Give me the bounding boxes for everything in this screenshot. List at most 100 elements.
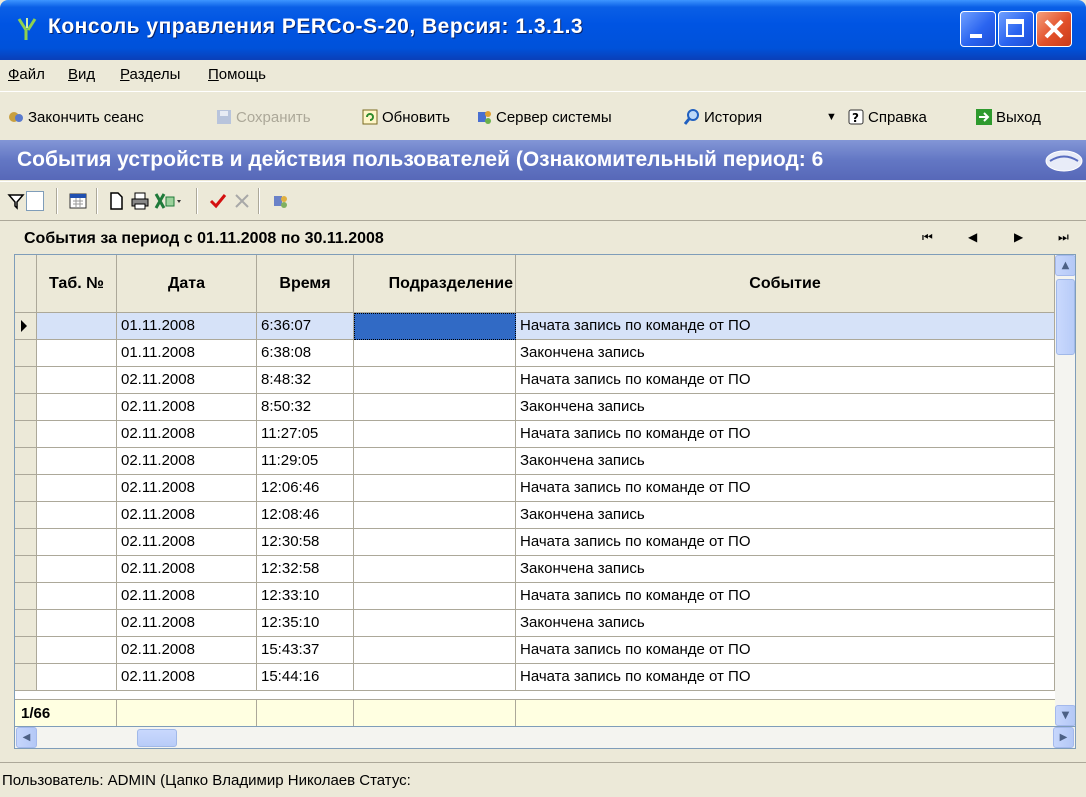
cell-tab-no[interactable]: [37, 637, 117, 664]
row-indicator[interactable]: [15, 556, 37, 583]
cell-department[interactable]: [354, 529, 516, 556]
cell-tab-no[interactable]: [37, 583, 117, 610]
last-record-button[interactable]: ⏭: [1058, 230, 1069, 245]
devices-icon[interactable]: [270, 191, 290, 211]
save-button[interactable]: Сохранить: [216, 106, 311, 128]
table-row[interactable]: 02.11.2008 11:27:05 Начата запись по коман…: [15, 421, 1055, 448]
table-row[interactable]: 02.11.2008 15:44:16 Начата запись по коман…: [15, 664, 1055, 691]
first-record-button[interactable]: ⏮: [922, 230, 933, 245]
cell-department[interactable]: [354, 313, 516, 340]
cell-department[interactable]: [354, 475, 516, 502]
row-indicator[interactable]: [15, 502, 37, 529]
cell-time[interactable]: 6:38:08: [257, 340, 354, 367]
cell-department[interactable]: [354, 583, 516, 610]
cell-date[interactable]: 02.11.2008: [117, 556, 257, 583]
cell-date[interactable]: 02.11.2008: [117, 637, 257, 664]
scroll-down-button[interactable]: ▼: [1055, 705, 1075, 726]
cell-time[interactable]: 12:33:10: [257, 583, 354, 610]
cell-department[interactable]: [354, 394, 516, 421]
cell-time[interactable]: 12:32:58: [257, 556, 354, 583]
cell-department[interactable]: [354, 367, 516, 394]
next-record-button[interactable]: ▶: [1014, 230, 1023, 244]
cell-tab-no[interactable]: [37, 313, 117, 340]
table-row[interactable]: 02.11.2008 11:29:05 Закончена запись: [15, 448, 1055, 475]
menu-sections[interactable]: Разделы: [120, 66, 180, 83]
row-indicator[interactable]: [15, 637, 37, 664]
row-indicator[interactable]: [15, 340, 37, 367]
column-header-date[interactable]: Дата: [117, 255, 257, 313]
cell-tab-no[interactable]: [37, 394, 117, 421]
cell-event[interactable]: Начата запись по команде от ПО: [516, 637, 1055, 664]
cell-event[interactable]: Начата запись по команде от ПО: [516, 664, 1055, 691]
table-row[interactable]: 02.11.2008 12:06:46 Начата запись по коман…: [15, 475, 1055, 502]
cell-event[interactable]: Начата запись по команде от ПО: [516, 529, 1055, 556]
vertical-scroll-thumb[interactable]: [1056, 279, 1075, 355]
cell-date[interactable]: 02.11.2008: [117, 502, 257, 529]
history-button[interactable]: История: [683, 106, 762, 128]
column-header-time[interactable]: Время: [257, 255, 354, 313]
cell-event[interactable]: Начата запись по команде от ПО: [516, 421, 1055, 448]
cell-time[interactable]: 8:50:32: [257, 394, 354, 421]
cell-time[interactable]: 12:35:10: [257, 610, 354, 637]
cell-department[interactable]: [354, 556, 516, 583]
row-indicator[interactable]: [15, 394, 37, 421]
cell-department[interactable]: [354, 340, 516, 367]
cell-tab-no[interactable]: [37, 556, 117, 583]
cell-department[interactable]: [354, 637, 516, 664]
cell-date[interactable]: 02.11.2008: [117, 583, 257, 610]
cell-date[interactable]: 02.11.2008: [117, 367, 257, 394]
calendar-icon[interactable]: [68, 191, 88, 211]
table-row[interactable]: 02.11.2008 15:43:37 Начата запись по коман…: [15, 637, 1055, 664]
cell-time[interactable]: 8:48:32: [257, 367, 354, 394]
cell-department[interactable]: [354, 421, 516, 448]
cell-date[interactable]: 02.11.2008: [117, 610, 257, 637]
cell-event[interactable]: Закончена запись: [516, 610, 1055, 637]
cell-tab-no[interactable]: [37, 502, 117, 529]
cell-time[interactable]: 12:06:46: [257, 475, 354, 502]
cell-event[interactable]: Начата запись по команде от ПО: [516, 313, 1055, 340]
cell-date[interactable]: 02.11.2008: [117, 664, 257, 691]
menu-view[interactable]: Вид: [68, 66, 95, 83]
current-row-indicator[interactable]: [15, 313, 37, 340]
cell-date[interactable]: 02.11.2008: [117, 529, 257, 556]
cell-event[interactable]: Начата запись по команде от ПО: [516, 367, 1055, 394]
column-header-tab-no[interactable]: Таб. №: [37, 255, 117, 313]
table-row[interactable]: 02.11.2008 12:33:10 Начата запись по коман…: [15, 583, 1055, 610]
new-document-icon[interactable]: [106, 191, 126, 211]
cell-time[interactable]: 6:36:07: [257, 313, 354, 340]
cell-department[interactable]: [354, 448, 516, 475]
scroll-left-button[interactable]: ◀: [16, 727, 37, 748]
table-row[interactable]: 02.11.2008 8:48:32 Начата запись по команд…: [15, 367, 1055, 394]
filter-checkbox[interactable]: [26, 191, 44, 211]
refresh-button[interactable]: Обновить: [362, 106, 450, 128]
close-button[interactable]: [1036, 11, 1072, 47]
cell-date[interactable]: 01.11.2008: [117, 340, 257, 367]
cell-date[interactable]: 02.11.2008: [117, 394, 257, 421]
cell-time[interactable]: 12:08:46: [257, 502, 354, 529]
cell-department[interactable]: [354, 610, 516, 637]
history-dropdown-arrow[interactable]: ▼: [826, 106, 837, 128]
row-indicator[interactable]: [15, 610, 37, 637]
column-header-event[interactable]: Событие: [516, 255, 1055, 313]
row-indicator[interactable]: [15, 421, 37, 448]
events-grid[interactable]: Таб. № Дата Время Подразделение Событие …: [14, 254, 1076, 727]
table-row[interactable]: 02.11.2008 8:50:32 Закончена запись: [15, 394, 1055, 421]
row-indicator[interactable]: [15, 367, 37, 394]
table-row[interactable]: 02.11.2008 12:08:46 Закончена запись: [15, 502, 1055, 529]
cell-date[interactable]: 01.11.2008: [117, 313, 257, 340]
table-row[interactable]: 02.11.2008 12:32:58 Закончена запись: [15, 556, 1055, 583]
help-button[interactable]: ? Справка: [848, 106, 927, 128]
cell-date[interactable]: 02.11.2008: [117, 475, 257, 502]
table-row[interactable]: 02.11.2008 12:35:10 Закончена запись: [15, 610, 1055, 637]
printer-icon[interactable]: [130, 191, 150, 211]
cell-tab-no[interactable]: [37, 664, 117, 691]
exit-button[interactable]: Выход: [976, 106, 1041, 128]
vertical-scrollbar[interactable]: ▲ ▼: [1055, 255, 1075, 726]
checkmark-icon[interactable]: [208, 191, 228, 211]
cell-time[interactable]: 12:30:58: [257, 529, 354, 556]
cell-event[interactable]: Закончена запись: [516, 340, 1055, 367]
cell-date[interactable]: 02.11.2008: [117, 448, 257, 475]
cell-tab-no[interactable]: [37, 529, 117, 556]
cell-event[interactable]: Закончена запись: [516, 448, 1055, 475]
cell-event[interactable]: Закончена запись: [516, 556, 1055, 583]
